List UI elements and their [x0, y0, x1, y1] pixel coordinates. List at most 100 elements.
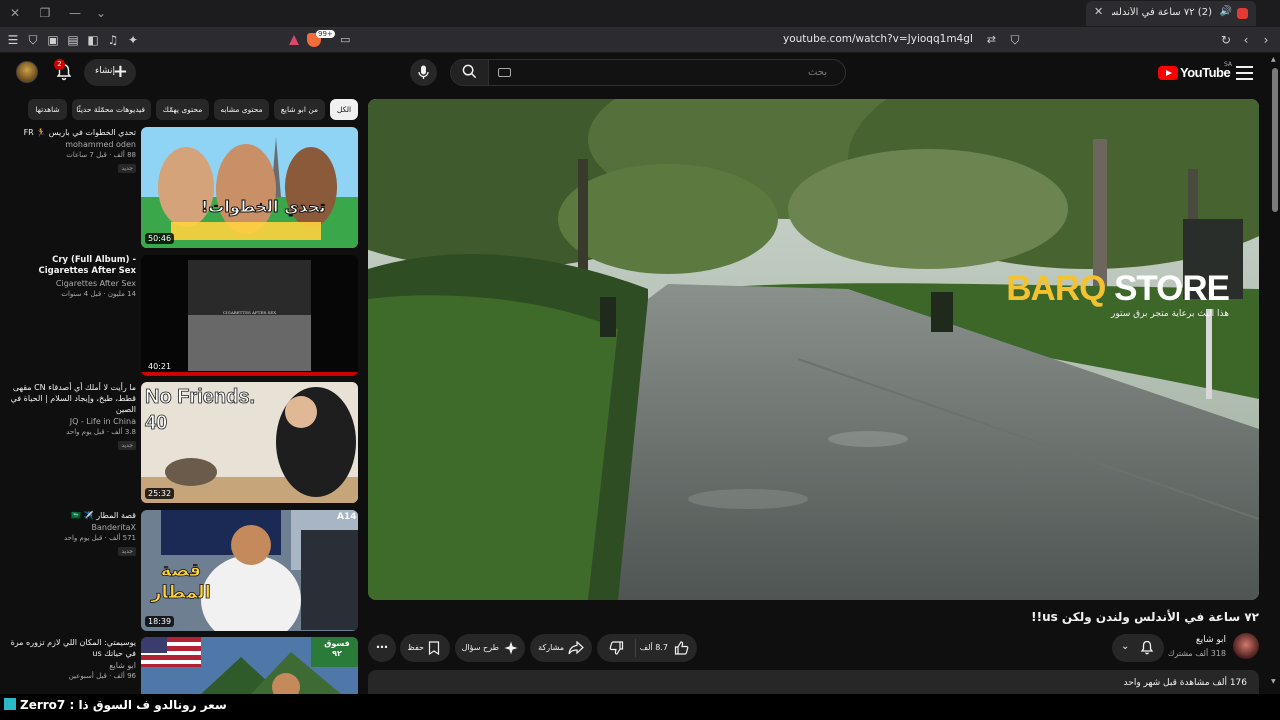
brave-rewards-icon[interactable]: [288, 34, 300, 46]
chat-user-icon: [4, 698, 16, 710]
voice-search-button[interactable]: [410, 59, 437, 86]
new-badge: جديد: [118, 441, 136, 450]
tab-close-icon[interactable]: ✕: [1094, 5, 1103, 18]
thumbnail-image: [141, 127, 358, 248]
scroll-up-arrow-icon[interactable]: ▲: [1271, 56, 1276, 63]
video-title[interactable]: ما رأيت لا أملك أي أصدقاء CN مقهى قطط، ط…: [8, 382, 136, 415]
like-divider: [635, 639, 636, 657]
ask-button[interactable]: طرح سؤال: [455, 634, 525, 662]
country-code: SA: [1224, 61, 1233, 68]
chip-recently-uploaded[interactable]: فيديوهات محمّلة حديثًا: [72, 99, 151, 120]
vpn-shield-icon[interactable]: ⛉: [25, 32, 41, 48]
views-and-date: 14 مليون · قبل 4 سنوات: [61, 290, 136, 298]
recommendation-item[interactable]: CIGARETTES AFTER SEX 40:21 Cry (Full Alb…: [8, 255, 358, 376]
save-label: حفظ: [407, 643, 424, 652]
channel-name[interactable]: Cigarettes After Sex: [8, 279, 136, 288]
views-and-date: 3.8 ألف · قبل يوم واحد: [66, 428, 136, 436]
channel-name[interactable]: BanderitaX: [8, 523, 137, 532]
shield-count-badge: 99+: [316, 30, 335, 38]
recommendation-item[interactable]: تحدي الخطوات! 50:46 تحدي الخطوات في باري…: [8, 127, 358, 248]
thumbnail-caption: فسوق ٩٢: [324, 639, 350, 658]
channel-name[interactable]: JQ - Life in China: [8, 417, 136, 426]
chip-from-channel[interactable]: من ابو شايع: [274, 99, 325, 120]
reload-icon[interactable]: ↻: [1218, 32, 1234, 48]
chip-similar[interactable]: محتوى مشابه: [214, 99, 269, 120]
recommendation-item[interactable]: No Friends. 40 25:32 ما رأيت لا أملك أي …: [8, 382, 358, 503]
video-info: يوسيمتي: المكان اللي لازم تزوره مرة في ح…: [8, 637, 136, 680]
chip-watched[interactable]: شاهدتها: [28, 99, 67, 120]
wallet-icon[interactable]: ▣: [45, 32, 61, 48]
minimize-window-icon[interactable]: —: [66, 4, 84, 22]
close-window-icon[interactable]: ✕: [6, 4, 24, 22]
search-box: [450, 59, 846, 86]
video-info: ما رأيت لا أملك أي أصدقاء CN مقهى قطط، ط…: [8, 382, 136, 450]
video-title[interactable]: Cry (Full Album) - Cigarettes After Sex: [8, 255, 136, 277]
chip-all[interactable]: الكل: [330, 99, 358, 120]
like-count[interactable]: 8.7 ألف: [640, 643, 668, 652]
video-thumbnail[interactable]: CIGARETTES AFTER SEX 40:21: [141, 255, 358, 376]
views-and-date: 571 ألف · قبل يوم واحد: [63, 534, 136, 542]
sidebar-toggle-icon[interactable]: ◧: [85, 32, 101, 48]
video-title[interactable]: يوسيمتي: المكان اللي لازم تزوره مرة في ح…: [8, 637, 136, 659]
create-button[interactable]: + إنشاء: [84, 59, 136, 86]
cast-icon[interactable]: ▭: [340, 33, 350, 46]
url-text[interactable]: youtube.com/watch?v=Jyioqq1m4gI: [783, 33, 973, 45]
thumbnail-caption: No Friends.: [145, 386, 256, 409]
chip-for-you[interactable]: محتوى يهمّك: [156, 99, 209, 120]
video-thumbnail[interactable]: فسوق ٩٢: [141, 637, 358, 694]
scrollbar-thumb[interactable]: [1272, 68, 1278, 212]
video-title[interactable]: قصة المطار ✈️ 🇸🇦: [8, 510, 136, 521]
sponsor-tagline: هذا البث برعاية متجر برق ستور: [1110, 309, 1229, 319]
media-icon[interactable]: ♫: [105, 32, 121, 48]
video-thumbnail[interactable]: A14 قصة المطار 18:39: [141, 510, 358, 631]
back-icon[interactable]: ‹: [1238, 32, 1254, 48]
save-button[interactable]: حفظ: [400, 634, 450, 662]
video-info: تحدي الخطوات في باريس 🏃 FR mohammed oden…: [8, 127, 136, 173]
views-and-date: 176 ألف مشاهدة قبل شهر واحد: [1123, 678, 1247, 688]
tab-title: (2) ٧٢ ساعة في الأندلس ولندن: [1112, 7, 1212, 18]
subscribed-button[interactable]: ⌄: [1112, 634, 1164, 662]
more-actions-button[interactable]: ⋯: [368, 634, 396, 662]
channel-name[interactable]: ابو شايع: [1196, 635, 1226, 645]
video-title: ٧٢ ساعة في الأندلس ولندن ولكن us!!: [1031, 610, 1259, 624]
video-title[interactable]: تحدي الخطوات في باريس 🏃 FR: [8, 127, 136, 138]
recommendation-item[interactable]: A14 قصة المطار 18:39 قصة المطار ✈️ 🇸🇦 Ba…: [8, 510, 358, 631]
reader-icon[interactable]: ▤: [65, 32, 81, 48]
browser-tab-active[interactable]: 🔊 (2) ٧٢ ساعة في الأندلس ولندن ✕: [1086, 1, 1256, 26]
youtube-wordmark: YouTube: [1180, 65, 1231, 80]
forward-icon[interactable]: ›: [1258, 32, 1274, 48]
channel-avatar[interactable]: [1233, 633, 1259, 659]
address-bar[interactable]: 99+ ▭ youtube.com/watch?v=Jyioqq1m4gI ⇄: [280, 30, 1000, 50]
restore-window-icon[interactable]: ❐: [36, 4, 54, 22]
dislike-icon[interactable]: [609, 641, 624, 655]
share-button[interactable]: مشاركة: [530, 634, 592, 662]
notification-count-badge: 2: [54, 59, 65, 70]
notifications-button[interactable]: 2: [54, 59, 74, 82]
youtube-logo[interactable]: YouTube SA: [1158, 61, 1232, 84]
youtube-play-icon: [1158, 66, 1178, 80]
video-duration: 50:46: [145, 233, 175, 244]
video-info: قصة المطار ✈️ 🇸🇦 BanderitaX 571 ألف · قب…: [8, 510, 136, 556]
channel-name[interactable]: ابو شايع: [8, 661, 136, 670]
recommendation-item[interactable]: فسوق ٩٢ يوسيمتي: المكان اللي لازم تزوره …: [8, 637, 358, 694]
video-player[interactable]: BARQ STORE هذا البث برعاية متجر برق ستور: [368, 99, 1259, 600]
tab-list-chevron-icon[interactable]: ⌄: [92, 4, 110, 22]
browser-menu-icon[interactable]: ☰: [5, 32, 21, 48]
search-button[interactable]: [451, 60, 489, 85]
video-thumbnail[interactable]: No Friends. 40 25:32: [141, 382, 358, 503]
like-dislike-group: 8.7 ألف: [597, 634, 697, 662]
video-thumbnail[interactable]: تحدي الخطوات! 50:46: [141, 127, 358, 248]
bookmark-icon[interactable]: ⛉: [1007, 32, 1023, 48]
audio-playing-icon[interactable]: 🔊: [1220, 6, 1232, 17]
channel-name[interactable]: mohammed oden: [8, 140, 136, 149]
account-avatar[interactable]: [16, 61, 38, 83]
search-input[interactable]: [491, 62, 841, 83]
sponsor-watermark: BARQ STORE هذا البث برعاية متجر برق ستور: [1006, 271, 1230, 320]
extensions-icon[interactable]: ✦: [125, 32, 141, 48]
guide-menu-icon[interactable]: [1236, 66, 1253, 80]
create-label: إنشاء: [95, 66, 116, 76]
site-settings-icon[interactable]: ⇄: [987, 33, 996, 46]
share-icon: [568, 641, 584, 655]
scroll-down-arrow-icon[interactable]: ▼: [1271, 678, 1276, 685]
like-icon[interactable]: [674, 641, 689, 655]
